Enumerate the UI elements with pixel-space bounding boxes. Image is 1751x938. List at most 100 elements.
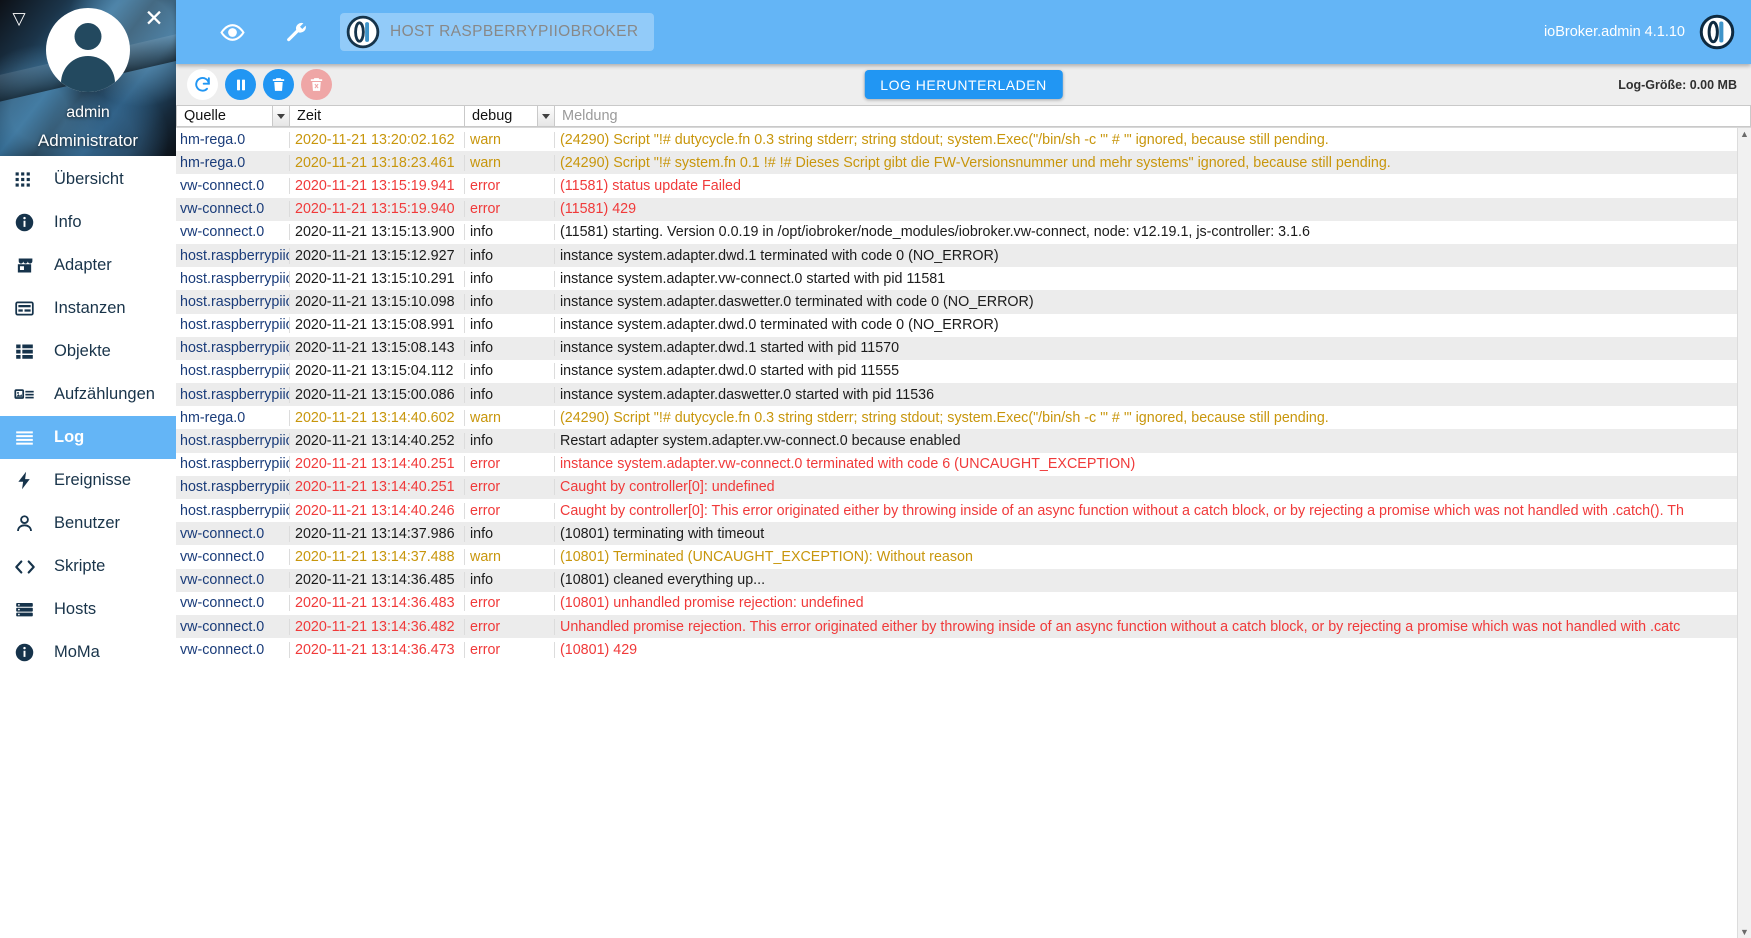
table-row[interactable]: host.raspberrypiiobr2020-11-21 13:14:40.… (176, 499, 1751, 523)
table-row[interactable]: host.raspberrypiiobr2020-11-21 13:15:08.… (176, 313, 1751, 337)
table-row[interactable]: vw-connect.0 2020-11-21 13:14:37.986 info (… (176, 522, 1751, 546)
scroll-up-icon[interactable]: ▲ (1740, 128, 1749, 140)
close-icon[interactable]: ✕ (142, 6, 166, 30)
cell-message: instance system.adapter.dwd.1 terminated… (560, 247, 999, 264)
table-row[interactable]: host.raspberrypiiobr2020-11-21 13:15:12.… (176, 243, 1751, 268)
table-row[interactable]: vw-connect.0 2020-11-21 13:14:36.485 info (… (176, 568, 1751, 592)
log-rows-container: hm-rega.0 2020-11-21 13:20:02.162 warn (242… (176, 128, 1751, 938)
cell-message: instance system.adapter.dwd.0 started wi… (560, 363, 900, 380)
table-row[interactable]: vw-connect.0 2020-11-21 13:14:36.483 error… (176, 591, 1751, 615)
table-row[interactable]: hm-rega.0 2020-11-21 13:14:40.602 warn (242… (176, 406, 1751, 430)
main-area: HOST RASPBERRYPIIOBROKER ioBroker.admin … (176, 0, 1751, 938)
cell-severity: warn (465, 131, 555, 148)
cell-source: vw-connect.0 (176, 572, 290, 589)
cell-message: (11581) starting. Version 0.0.19 in /opt… (560, 224, 1310, 241)
sidebar-item-label: Instanzen (54, 299, 126, 317)
cell-severity: info (465, 363, 555, 380)
source-filter[interactable]: Quelle (176, 105, 290, 127)
info-icon (14, 642, 44, 663)
cell-time: 2020-11-21 13:15:10.098 (290, 293, 465, 310)
chevron-down-icon[interactable] (537, 106, 554, 126)
scroll-down-icon[interactable]: ▼ (1740, 926, 1749, 938)
severity-filter[interactable]: debug (465, 105, 555, 127)
cell-source: host.raspberrypiiobr (176, 456, 290, 473)
cell-time: 2020-11-21 13:14:36.483 (290, 595, 465, 612)
sidebar-item-adapter[interactable]: Adapter (0, 244, 176, 287)
table-row[interactable]: host.raspberrypiiobr2020-11-21 13:15:00.… (176, 383, 1751, 407)
cell-severity: info (465, 433, 555, 450)
sidebar-item-label: Skripte (54, 557, 106, 575)
table-row[interactable]: host.raspberrypiiobr2020-11-21 13:15:10.… (176, 267, 1751, 291)
sidebar-item-objekte[interactable]: Objekte (0, 330, 176, 373)
collapse-sidebar-icon[interactable]: ▽ (8, 8, 30, 30)
table-row[interactable]: host.raspberrypiiobr2020-11-21 13:15:10.… (176, 290, 1751, 314)
table-row[interactable]: host.raspberrypiiobr2020-11-21 13:14:40.… (176, 429, 1751, 453)
sidebar-item-label: Hosts (54, 600, 97, 618)
cell-source: host.raspberrypiiobr (176, 270, 290, 287)
time-column-label: Zeit (297, 108, 322, 124)
vertical-scrollbar[interactable]: ▲ ▼ (1737, 128, 1751, 938)
cell-source: vw-connect.0 (176, 224, 290, 241)
user-role: Administrator (37, 131, 139, 150)
sidebar-item-aufz-hlungen[interactable]: Aufzählungen (0, 373, 176, 416)
eye-icon[interactable] (212, 12, 252, 52)
cell-source: vw-connect.0 (176, 525, 290, 542)
enum-icon (14, 384, 44, 405)
cell-source: host.raspberrypiiobr (176, 363, 290, 380)
table-row[interactable]: vw-connect.0 2020-11-21 13:14:37.488 warn (… (176, 545, 1751, 569)
sidebar-item-log[interactable]: Log (0, 416, 176, 459)
sidebar-item-instanzen[interactable]: Instanzen (0, 287, 176, 330)
cell-message: (24290) Script "!# dutycycle.fn 0.3 stri… (560, 131, 1329, 148)
table-row[interactable]: hm-rega.0 2020-11-21 13:18:23.461 warn (242… (176, 151, 1751, 175)
list-lines-icon (14, 427, 44, 448)
table-row[interactable]: vw-connect.0 2020-11-21 13:15:19.941 error… (176, 174, 1751, 198)
download-log-button[interactable]: LOG HERUNTERLADEN (864, 70, 1063, 99)
cell-message: (11581) status update Failed (560, 177, 741, 194)
cell-severity: info (465, 386, 555, 403)
cell-message: instance system.adapter.vw-connect.0 sta… (560, 270, 946, 287)
table-row[interactable]: vw-connect.0 2020-11-21 13:14:36.473 error… (176, 638, 1751, 662)
table-row[interactable]: vw-connect.0 2020-11-21 13:15:13.900 info (… (176, 220, 1751, 244)
cell-source: host.raspberrypiiobr (176, 433, 290, 450)
cell-time: 2020-11-21 13:14:36.485 (290, 572, 465, 589)
sidebar-item-benutzer[interactable]: Benutzer (0, 502, 176, 545)
wrench-icon[interactable] (276, 12, 316, 52)
avatar-head (74, 23, 102, 50)
chevron-down-icon[interactable] (272, 106, 289, 126)
table-row[interactable]: hm-rega.0 2020-11-21 13:20:02.162 warn (242… (176, 128, 1751, 152)
table-row[interactable]: host.raspberrypiiobr2020-11-21 13:14:40.… (176, 452, 1751, 476)
cell-source: vw-connect.0 (176, 595, 290, 612)
cell-time: 2020-11-21 13:15:04.112 (290, 363, 465, 380)
cell-message: (10801) cleaned everything up... (560, 572, 766, 589)
clear-button[interactable] (263, 69, 294, 100)
sidebar-item-label: MoMa (54, 643, 100, 661)
cell-severity: error (465, 456, 555, 473)
cell-time: 2020-11-21 13:15:00.086 (290, 386, 465, 403)
sidebar-item-label: Objekte (54, 342, 111, 360)
cell-severity: info (465, 525, 555, 542)
sidebar-item--bersicht[interactable]: Übersicht (0, 158, 176, 201)
table-row[interactable]: host.raspberrypiiobr2020-11-21 13:14:40.… (176, 475, 1751, 499)
cell-severity: info (465, 270, 555, 287)
cell-source: host.raspberrypiiobr (176, 386, 290, 403)
cell-message: Unhandled promise rejection. This error … (560, 618, 1681, 635)
source-filter-label: Quelle (184, 108, 226, 124)
cell-time: 2020-11-21 13:15:10.291 (290, 270, 465, 287)
cell-time: 2020-11-21 13:15:13.900 (290, 224, 465, 241)
sidebar-item-skripte[interactable]: Skripte (0, 545, 176, 588)
table-row[interactable]: vw-connect.0 2020-11-21 13:14:36.482 error… (176, 614, 1751, 639)
table-row[interactable]: vw-connect.0 2020-11-21 13:15:19.940 error… (176, 197, 1751, 221)
host-selector[interactable]: HOST RASPBERRYPIIOBROKER (340, 13, 655, 51)
table-icon (14, 341, 44, 362)
sidebar-item-info[interactable]: Info (0, 201, 176, 244)
sidebar-item-ereignisse[interactable]: Ereignisse (0, 459, 176, 502)
time-column-header[interactable]: Zeit (290, 105, 465, 127)
sidebar-item-moma[interactable]: MoMa (0, 631, 176, 674)
table-row[interactable]: host.raspberrypiiobr2020-11-21 13:15:04.… (176, 359, 1751, 384)
pause-button[interactable] (225, 69, 256, 100)
sidebar: ▽ ✕ admin Administrator Übersicht Info Ada… (0, 0, 176, 938)
refresh-button[interactable] (187, 69, 218, 100)
table-row[interactable]: host.raspberrypiiobr2020-11-21 13:15:08.… (176, 336, 1751, 360)
sidebar-item-hosts[interactable]: Hosts (0, 588, 176, 631)
message-filter-input[interactable]: Meldung (555, 105, 1751, 127)
